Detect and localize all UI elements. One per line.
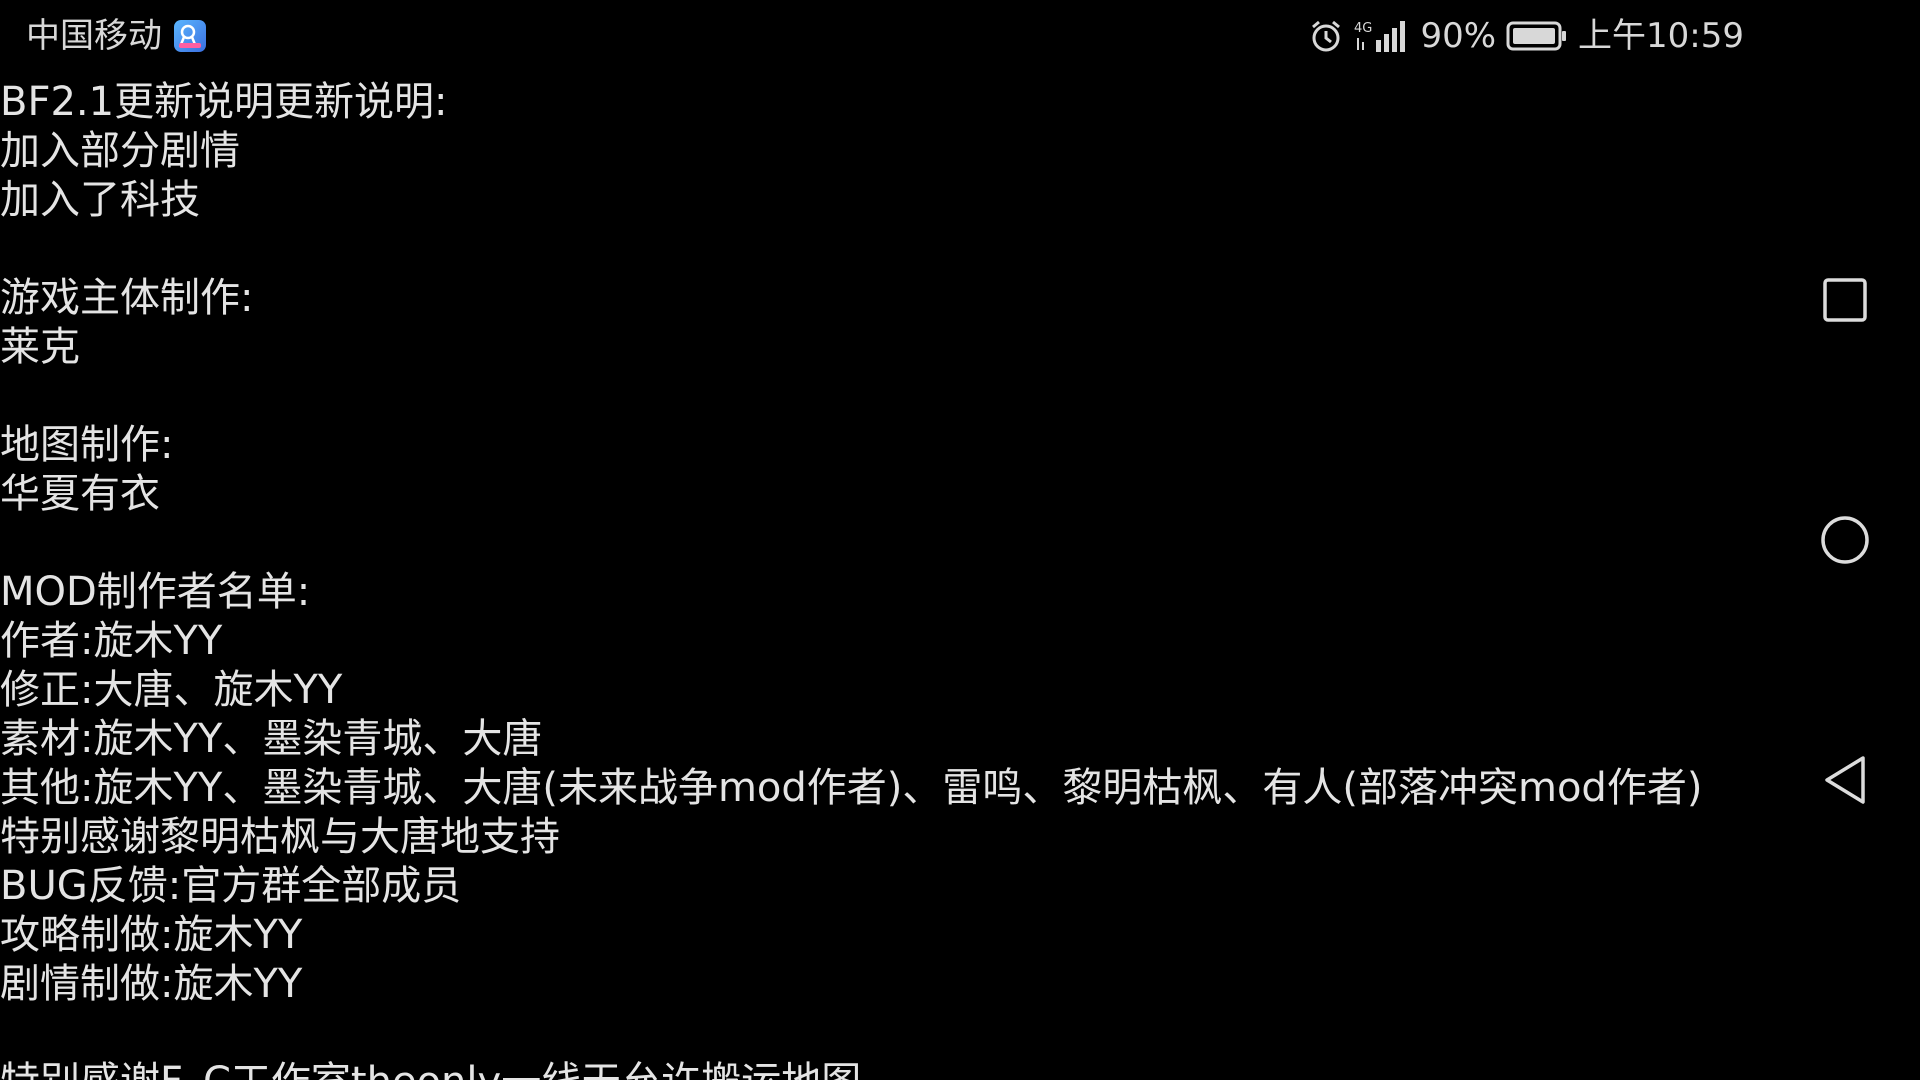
- text-line: 作者:旋木YY: [0, 618, 223, 664]
- status-bar: 中国移动 4G 90% 上午10:59: [0, 0, 1920, 70]
- back-triangle-icon: [1825, 756, 1865, 804]
- alarm-icon: [1308, 18, 1344, 54]
- clock-time: 上午10:59: [1578, 16, 1744, 56]
- text-line: 华夏有衣: [0, 471, 160, 517]
- carrier-name: 中国移动: [26, 16, 162, 56]
- circle-icon: [1821, 516, 1869, 564]
- battery-icon: [1506, 19, 1568, 53]
- text-line: 特别感谢黎明枯枫与大唐地支持: [0, 814, 560, 860]
- text-line: 攻略制做:旋木YY: [0, 912, 303, 958]
- text-line: 特别感谢F_C工作室theonly一线天允许搬运地图: [0, 1058, 1800, 1080]
- section-heading: 地图制作:: [0, 422, 174, 468]
- text-line: 加入了科技: [0, 177, 200, 223]
- navigation-bar: [1770, 70, 1920, 1080]
- section-heading: 游戏主体制作:: [0, 275, 254, 321]
- recent-apps-button[interactable]: [1815, 270, 1875, 330]
- network-type-label: 4G: [1354, 21, 1372, 36]
- text-line: BUG反馈:官方群全部成员: [0, 863, 462, 909]
- update-notes-heading: BF2.1更新说明更新说明:: [0, 79, 448, 125]
- battery-percentage: 90%: [1420, 16, 1497, 56]
- update-notes-text: BF2.1更新说明更新说明: 加入部分剧情 加入了科技 游戏主体制作: 莱克 地…: [0, 78, 1800, 1080]
- app-notification-icon: [174, 20, 206, 52]
- back-button[interactable]: [1815, 750, 1875, 810]
- text-line: 修正:大唐、旋木YY: [0, 667, 343, 713]
- text-line: 剧情制做:旋木YY: [0, 961, 303, 1007]
- text-line: 莱克: [0, 324, 80, 370]
- text-line: 其他:旋木YY、墨染青城、大唐(未来战争mod作者)、雷鸣、黎明枯枫、有人(部落…: [0, 765, 1703, 811]
- square-icon: [1823, 278, 1867, 322]
- text-line: 素材:旋木YY、墨染青城、大唐: [0, 716, 543, 762]
- 4g-signal-icon: 4G: [1354, 18, 1410, 54]
- status-indicators: 4G 90% 上午10:59: [1308, 16, 1744, 56]
- text-line: 加入部分剧情: [0, 128, 240, 174]
- home-button[interactable]: [1815, 510, 1875, 570]
- section-heading: MOD制作者名单:: [0, 569, 311, 615]
